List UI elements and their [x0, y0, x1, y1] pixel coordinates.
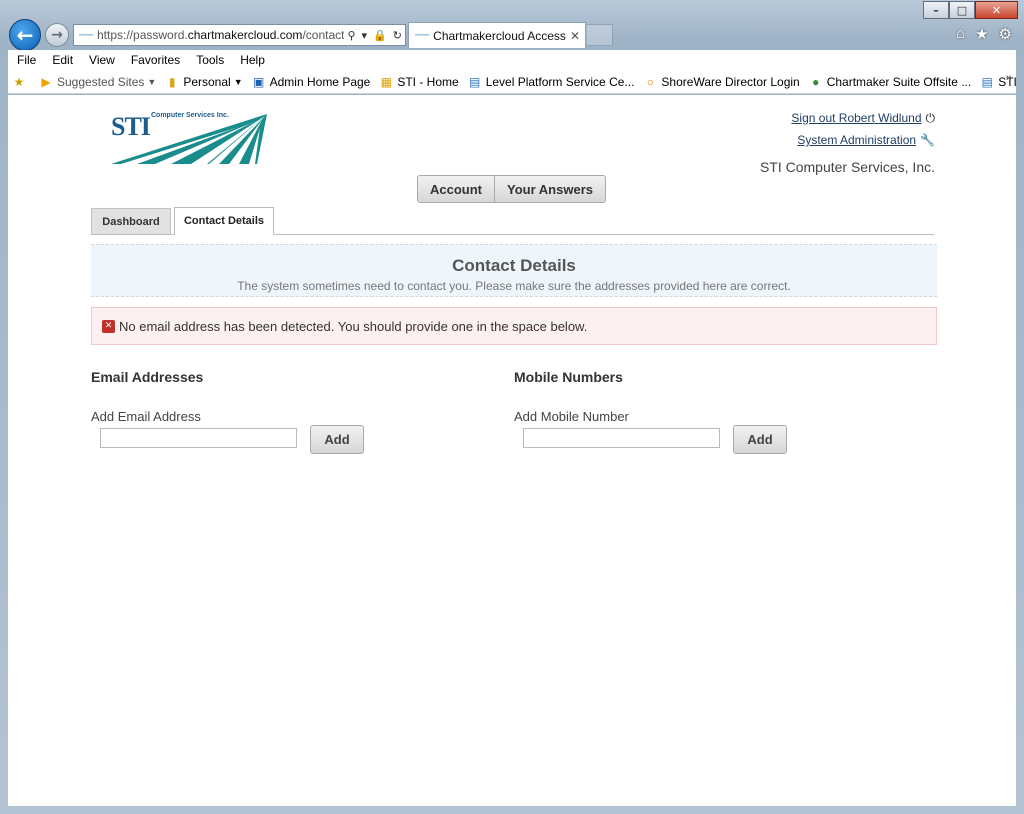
- page-tabs: Dashboard Contact Details: [91, 207, 934, 235]
- favorites-star-button[interactable]: ★: [12, 75, 30, 89]
- refresh-icon[interactable]: ↻: [393, 29, 402, 42]
- ie-page-icon: ▤: [981, 74, 993, 89]
- page-subtitle: The system sometimes need to contact you…: [237, 279, 791, 293]
- sti-icon: ▦: [380, 74, 393, 89]
- page-header: Contact Details The system sometimes nee…: [91, 244, 937, 297]
- dropdown-arrow-icon: ▼: [233, 76, 243, 87]
- wrench-icon: 🔧: [920, 133, 935, 147]
- maximize-button[interactable]: □: [949, 1, 975, 19]
- tab-contact-details[interactable]: Contact Details: [174, 207, 274, 235]
- address-bar[interactable]: ── https://password.chartmakercloud.com/…: [73, 24, 406, 46]
- power-icon: ⏻: [925, 111, 936, 125]
- search-icon[interactable]: ⚲: [347, 29, 355, 42]
- forward-button[interactable]: →: [45, 23, 69, 47]
- error-alert: ✕ No email address has been detected. Yo…: [91, 307, 937, 345]
- menu-tools[interactable]: Tools: [196, 53, 224, 67]
- folder-icon: ▮: [169, 74, 176, 89]
- favorites-bar: ★ ▶ Suggested Sites ▼ ▮ Personal ▼ ▣ Admin Ho…: [8, 70, 1016, 94]
- url-prefix: https://password.: [97, 28, 188, 42]
- logo-text: STI: [111, 112, 151, 141]
- error-icon: ✕: [102, 319, 115, 333]
- account-links: Sign out Robert Widlund ⏻ System Administ…: [791, 111, 935, 154]
- site-favicon-icon: ──: [79, 29, 94, 41]
- browser-window: – □ ✕ ← → ── https://password.chartmaker…: [0, 0, 1024, 814]
- favorite-admin-home[interactable]: ▣ Admin Home Page: [252, 74, 371, 89]
- tab-favicon-icon: ──: [415, 30, 430, 41]
- page-title: Contact Details: [452, 256, 576, 275]
- dropdown-arrow-icon: ▼: [147, 76, 157, 87]
- email-field-label: Add Email Address: [91, 409, 201, 424]
- back-button[interactable]: ←: [9, 19, 41, 51]
- favorite-chartmaker-offsite[interactable]: ● Chartmaker Suite Offsite ...: [809, 74, 972, 89]
- menu-view[interactable]: View: [89, 53, 115, 67]
- your-answers-button[interactable]: Your Answers: [495, 175, 606, 203]
- favorite-personal[interactable]: ▮ Personal ▼: [165, 74, 243, 89]
- mobile-input[interactable]: [523, 428, 720, 448]
- bing-icon: ▶: [41, 74, 51, 89]
- browser-tool-icons: ⌂ ★ ⚙: [956, 25, 1012, 43]
- arrow-right-icon: →: [51, 27, 63, 43]
- alert-message: No email address has been detected. You …: [119, 318, 588, 334]
- favorites-star-icon: ★: [13, 74, 25, 89]
- company-logo: STI Computer Services Inc.: [111, 112, 267, 164]
- account-button[interactable]: Account: [417, 175, 495, 203]
- favorite-suggested-sites[interactable]: ▶ Suggested Sites ▼: [39, 75, 156, 89]
- dropdown-arrow-icon[interactable]: ▾: [362, 29, 368, 42]
- tab-title: Chartmakercloud Access M...: [433, 28, 570, 43]
- close-tab-icon[interactable]: ✕: [570, 29, 580, 43]
- mobile-field-label: Add Mobile Number: [514, 409, 629, 424]
- system-admin-link[interactable]: System Administration 🔧: [791, 133, 935, 147]
- lock-icon[interactable]: 🔒: [373, 29, 387, 42]
- mobile-section-title: Mobile Numbers: [514, 369, 623, 385]
- home-icon[interactable]: ⌂: [956, 25, 965, 43]
- sysadmin-label: System Administration: [797, 133, 917, 147]
- menu-help[interactable]: Help: [240, 53, 265, 67]
- minimize-button[interactable]: –: [923, 1, 949, 19]
- page-content: STI Computer Services Inc. Sign out Robe…: [8, 95, 1016, 806]
- favorite-level-platform[interactable]: ▤ Level Platform Service Ce...: [468, 74, 635, 89]
- favorite-label: Personal: [183, 74, 231, 89]
- email-input[interactable]: [100, 428, 297, 448]
- favorite-label: Admin Home Page: [269, 74, 371, 89]
- top-nav-buttons: Account Your Answers: [417, 175, 606, 203]
- tab-dashboard[interactable]: Dashboard: [91, 208, 171, 234]
- favorite-shoreware[interactable]: ○ ShoreWare Director Login: [643, 74, 800, 89]
- close-window-button[interactable]: ✕: [975, 1, 1018, 19]
- add-email-button[interactable]: Add: [310, 425, 364, 454]
- signout-link[interactable]: Sign out Robert Widlund ⏻: [791, 111, 935, 126]
- email-section-title: Email Addresses: [91, 369, 204, 385]
- favorite-label: Suggested Sites: [57, 74, 145, 89]
- url-path: /contact.htm: [302, 28, 345, 42]
- gear-icon[interactable]: ⚙: [999, 25, 1012, 43]
- star-icon[interactable]: ★: [975, 25, 988, 43]
- menu-favorites[interactable]: Favorites: [131, 53, 180, 67]
- arrow-left-icon: ←: [16, 23, 34, 47]
- browser-tab-active[interactable]: ── Chartmakercloud Access M... ✕: [408, 22, 586, 48]
- favorite-label: ShoreWare Director Login: [661, 74, 800, 89]
- url-domain: chartmakercloud.com: [187, 28, 303, 42]
- menu-bar: File Edit View Favorites Tools Help: [8, 50, 1016, 70]
- ie-page-icon: ▤: [469, 74, 481, 89]
- shoretel-icon: ○: [646, 74, 655, 89]
- new-tab-button[interactable]: [587, 24, 613, 46]
- favorite-label: STI - Home: [397, 74, 459, 89]
- signout-label: Sign out Robert Widlund: [791, 111, 922, 125]
- favorite-sti-home[interactable]: ▦ STI - Home: [379, 74, 459, 89]
- globe-icon: ●: [812, 74, 820, 89]
- chevron-right-icon[interactable]: »: [1006, 72, 1012, 84]
- address-url[interactable]: https://password.chartmakercloud.com/con…: [97, 28, 344, 42]
- window-controls: – □ ✕: [923, 1, 1018, 19]
- favorite-label: Chartmaker Suite Offsite ...: [826, 74, 972, 89]
- menu-file[interactable]: File: [17, 53, 36, 67]
- company-name: STI Computer Services, Inc.: [759, 159, 935, 175]
- logo-subtext: Computer Services Inc.: [151, 112, 229, 119]
- add-mobile-button[interactable]: Add: [733, 425, 787, 454]
- menu-edit[interactable]: Edit: [52, 53, 73, 67]
- favorite-label: Level Platform Service Ce...: [485, 74, 635, 89]
- office-icon: ▣: [252, 74, 265, 89]
